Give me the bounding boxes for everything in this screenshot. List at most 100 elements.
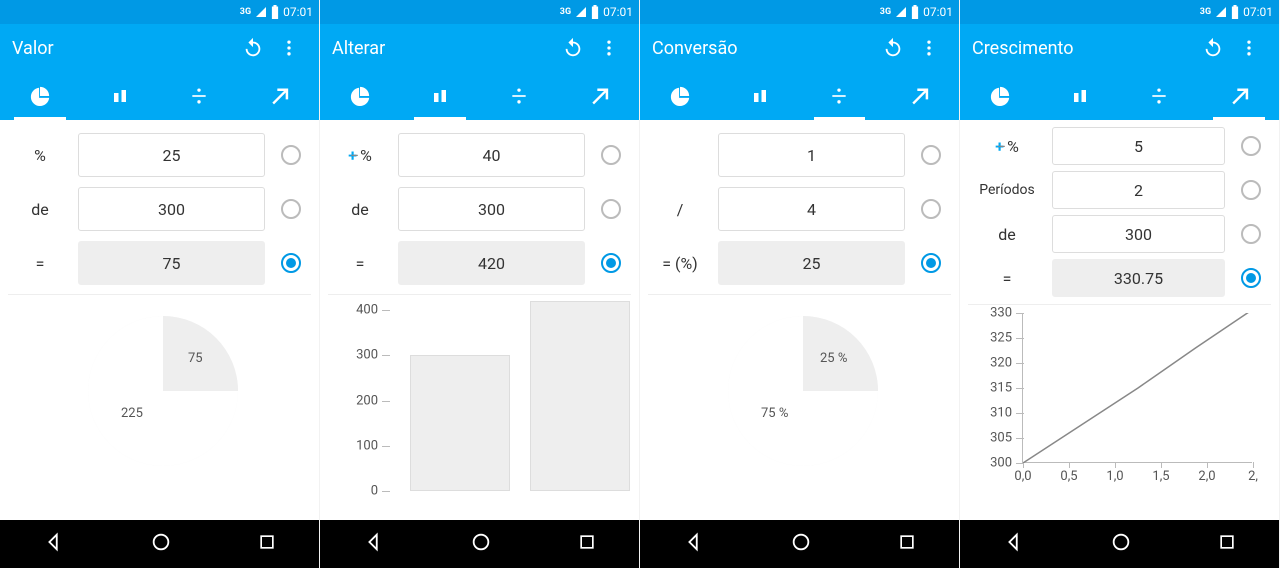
pane-conversao: 3G 07:01 Conversão 1 / 4 = (%) 25 (640, 0, 960, 568)
nav-recent-button[interactable] (897, 532, 917, 556)
tab-bar-chart[interactable] (720, 72, 800, 120)
tab-divide[interactable] (160, 72, 240, 120)
row-radio[interactable] (271, 199, 311, 219)
nav-recent-button[interactable] (257, 532, 277, 556)
content-area: 1 / 4 = (%) 25 25 % 75 % (640, 120, 959, 520)
tab-arrow[interactable] (239, 72, 319, 120)
tab-divide[interactable] (480, 72, 560, 120)
value-input[interactable]: 1 (718, 133, 905, 177)
pie-slice-label: 225 (121, 406, 143, 421)
overflow-menu-button[interactable] (1231, 24, 1267, 72)
tab-bar-chart[interactable] (1040, 72, 1120, 120)
pie-slice-label: 75 % (761, 406, 788, 421)
nav-back-button[interactable] (1003, 531, 1025, 557)
row-radio[interactable] (911, 253, 951, 273)
battery-icon (1231, 5, 1239, 19)
row-radio[interactable] (1231, 180, 1271, 200)
input-row-1: % 25 (8, 128, 311, 182)
row-label: Períodos (968, 182, 1046, 198)
input-row-3: de 300 (968, 212, 1271, 256)
tab-arrow[interactable] (879, 72, 959, 120)
input-row-1: +−% 40 (328, 128, 631, 182)
status-bar: 3G 07:01 (0, 0, 319, 24)
nav-bar (960, 520, 1279, 568)
tab-arrow[interactable] (1199, 72, 1279, 120)
value-input[interactable]: 4 (718, 187, 905, 231)
tab-bar (320, 72, 639, 120)
page-title: Valor (12, 38, 235, 59)
value-input[interactable]: 25 (78, 133, 265, 177)
nav-home-button[interactable] (150, 531, 172, 557)
network-indicator: 3G (240, 7, 251, 17)
nav-back-button[interactable] (363, 531, 385, 557)
value-input[interactable]: 300 (78, 187, 265, 231)
undo-button[interactable] (1195, 24, 1231, 72)
nav-back-button[interactable] (683, 531, 705, 557)
pane-valor: 3G 07:01 Valor % 25 de 300 = 75 (0, 0, 320, 568)
tab-divide[interactable] (1120, 72, 1200, 120)
row-radio[interactable] (1231, 224, 1271, 244)
divider (328, 294, 631, 295)
row-radio[interactable] (591, 145, 631, 165)
page-title: Crescimento (972, 38, 1195, 59)
result-output: 420 (398, 241, 585, 285)
value-input[interactable]: 300 (398, 187, 585, 231)
result-row: = 75 (8, 236, 311, 290)
undo-button[interactable] (235, 24, 271, 72)
row-radio[interactable] (271, 253, 311, 273)
row-radio[interactable] (911, 199, 951, 219)
tab-arrow[interactable] (559, 72, 639, 120)
nav-home-button[interactable] (1110, 531, 1132, 557)
row-label: / (648, 200, 712, 219)
tab-pie[interactable] (960, 72, 1040, 120)
nav-home-button[interactable] (470, 531, 492, 557)
tab-pie[interactable] (320, 72, 400, 120)
nav-back-button[interactable] (43, 531, 65, 557)
signal-icon (575, 6, 587, 18)
value-input[interactable]: 5 (1052, 127, 1225, 165)
tab-bar-chart[interactable] (400, 72, 480, 120)
app-bar: Conversão (640, 24, 959, 72)
row-radio[interactable] (1231, 136, 1271, 156)
value-input[interactable]: 2 (1052, 171, 1225, 209)
pie-slice-label: 75 (188, 351, 203, 366)
tab-pie[interactable] (0, 72, 80, 120)
row-label: % (8, 146, 72, 165)
result-output: 75 (78, 241, 265, 285)
undo-button[interactable] (875, 24, 911, 72)
page-title: Alterar (332, 38, 555, 59)
value-input[interactable]: 40 (398, 133, 585, 177)
nav-bar (320, 520, 639, 568)
nav-bar (640, 520, 959, 568)
row-label: = (8, 254, 72, 273)
row-label: de (8, 200, 72, 219)
result-row: = (%) 25 (648, 236, 951, 290)
overflow-menu-button[interactable] (911, 24, 947, 72)
content-area: +−% 5 Períodos 2 de 300 = 330.75 3003053… (960, 120, 1279, 520)
result-row: = 420 (328, 236, 631, 290)
overflow-menu-button[interactable] (271, 24, 307, 72)
tab-bar-chart[interactable] (80, 72, 160, 120)
result-output: 25 (718, 241, 905, 285)
nav-home-button[interactable] (790, 531, 812, 557)
input-row-2: de 300 (8, 182, 311, 236)
content-area: % 25 de 300 = 75 75 225 (0, 120, 319, 520)
tab-bar (640, 72, 959, 120)
row-label: +−% (328, 146, 392, 165)
tab-divide[interactable] (800, 72, 880, 120)
row-radio[interactable] (591, 199, 631, 219)
overflow-menu-button[interactable] (591, 24, 627, 72)
row-radio[interactable] (271, 145, 311, 165)
value-input[interactable]: 300 (1052, 215, 1225, 253)
row-radio[interactable] (591, 253, 631, 273)
row-radio[interactable] (1231, 268, 1271, 288)
nav-recent-button[interactable] (577, 532, 597, 556)
nav-recent-button[interactable] (1217, 532, 1237, 556)
undo-button[interactable] (555, 24, 591, 72)
input-row-2: de 300 (328, 182, 631, 236)
row-radio[interactable] (911, 145, 951, 165)
signal-icon (1215, 6, 1227, 18)
app-bar: Alterar (320, 24, 639, 72)
tab-pie[interactable] (640, 72, 720, 120)
input-row-2: Períodos 2 (968, 168, 1271, 212)
